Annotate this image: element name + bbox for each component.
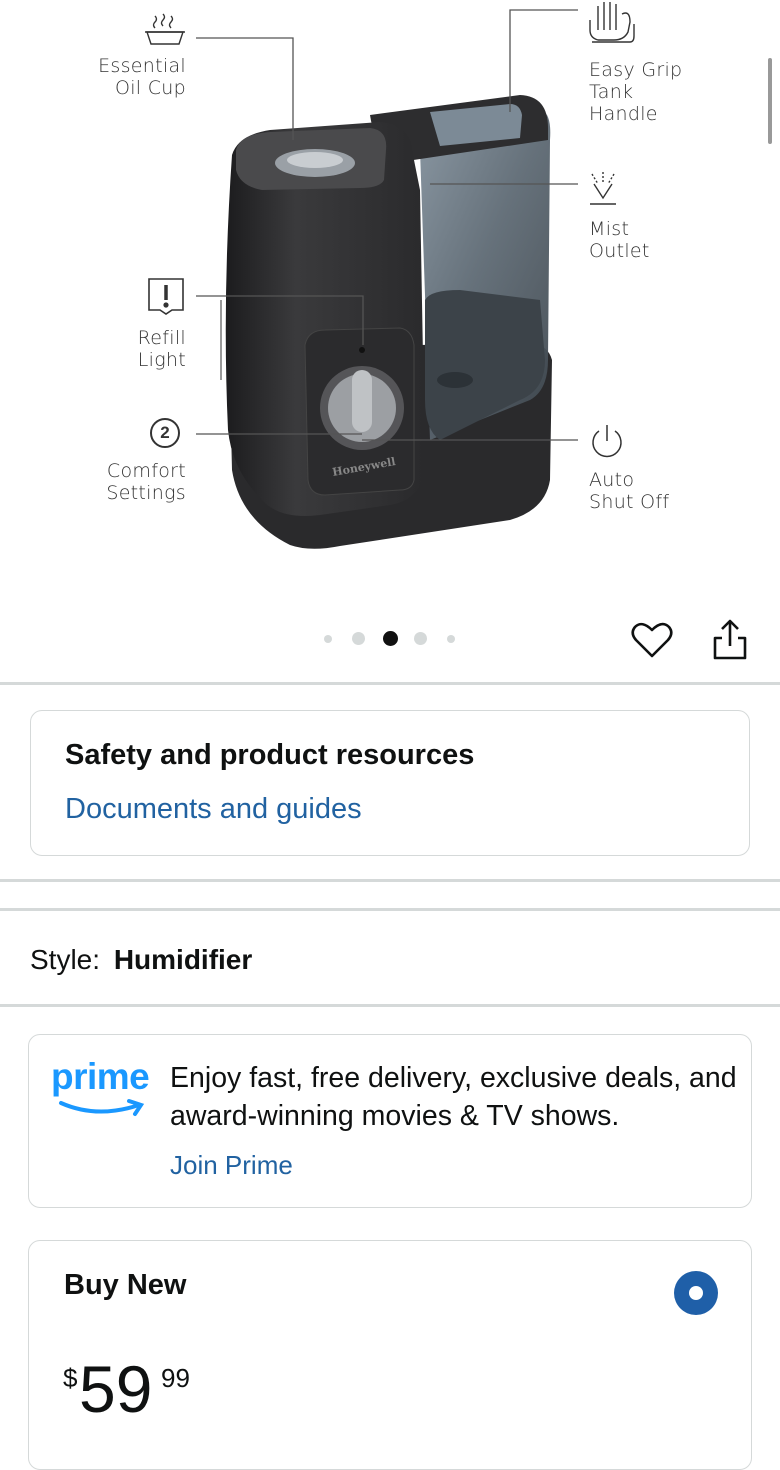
carousel-dot-active[interactable] xyxy=(383,631,398,646)
price-symbol: $ xyxy=(63,1363,78,1393)
callout-easy-grip-tank-handle: Easy Grip Tank Handle xyxy=(589,59,683,125)
scrollbar[interactable] xyxy=(768,58,772,144)
callout-essential-oil-cup: Essential Oil Cup xyxy=(98,55,186,99)
carousel-dot[interactable] xyxy=(352,632,365,645)
carousel-dot[interactable] xyxy=(447,635,455,643)
carousel-dot[interactable] xyxy=(324,635,332,643)
share-icon[interactable] xyxy=(710,618,750,662)
power-icon xyxy=(592,425,622,458)
heart-icon[interactable] xyxy=(630,620,674,660)
style-value: Humidifier xyxy=(113,944,253,975)
prime-smile-icon xyxy=(59,1099,145,1116)
price-fraction: 99 xyxy=(161,1363,190,1393)
mist-icon xyxy=(590,172,616,205)
divider xyxy=(0,879,780,882)
warning-icon xyxy=(148,278,184,315)
divider xyxy=(0,1004,780,1007)
safety-title: Safety and product resources xyxy=(65,739,475,771)
callout-refill-light: Refill Light xyxy=(137,327,186,371)
callout-auto-shut-off: Auto Shut Off xyxy=(589,469,670,513)
oil-cup-icon xyxy=(145,13,185,45)
callout-mist-outlet: Mist Outlet xyxy=(589,218,650,262)
safety-resources-card[interactable]: Safety and product resources Documents a… xyxy=(30,710,750,856)
prime-promo-card[interactable]: prime Enjoy fast, free delivery, exclusi… xyxy=(28,1034,752,1208)
callout-comfort-settings: Comfort Settings xyxy=(106,460,186,504)
style-selector[interactable]: Style: Humidifier xyxy=(30,944,252,976)
divider xyxy=(0,908,780,911)
prime-description: Enjoy fast, free delivery, exclusive dea… xyxy=(170,1062,737,1132)
price-whole: 59 xyxy=(79,1352,153,1426)
carousel-dot[interactable] xyxy=(414,632,427,645)
prime-logo: prime xyxy=(51,1057,161,1127)
buy-new-card[interactable]: Buy New $ 59 99 xyxy=(28,1240,752,1470)
style-label: Style: xyxy=(30,944,101,975)
documents-guides-link[interactable]: Documents and guides xyxy=(65,793,362,826)
comfort-settings-badge: 2 xyxy=(150,418,180,448)
divider xyxy=(0,682,780,685)
hand-grip-icon xyxy=(589,2,635,43)
product-image-area[interactable]: Honeywell 2 Essential Oil Cup Easy Grip … xyxy=(0,0,780,600)
buy-new-title: Buy New xyxy=(64,1269,187,1301)
radio-selected-icon[interactable] xyxy=(674,1271,718,1315)
join-prime-link[interactable]: Join Prime xyxy=(170,1148,293,1182)
